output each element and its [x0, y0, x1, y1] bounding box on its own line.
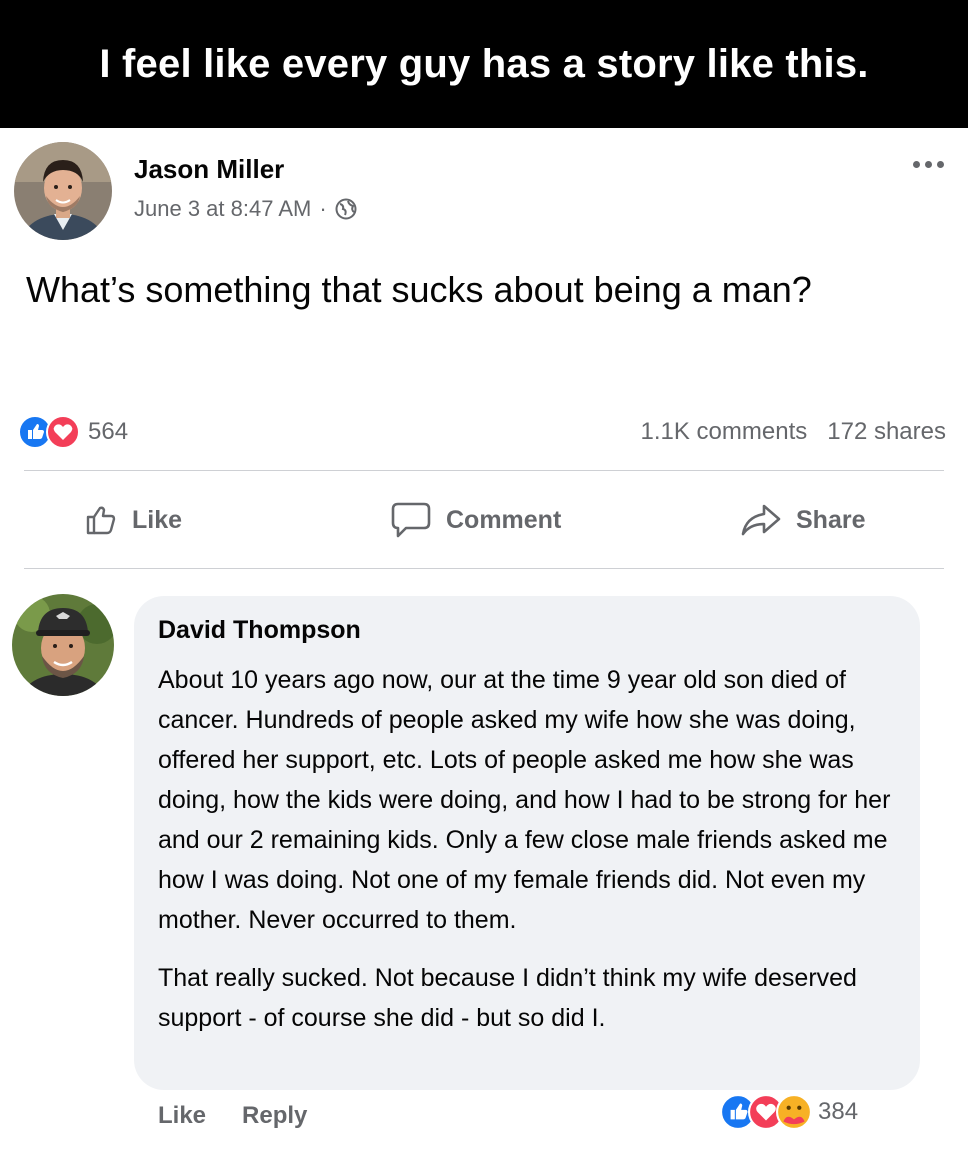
meta-separator: · — [319, 196, 327, 221]
caption-banner: I feel like every guy has a story like t… — [0, 0, 968, 128]
post-action-bar: Like Comment Share — [24, 472, 944, 568]
reaction-icons[interactable] — [18, 415, 80, 449]
post-timestamp[interactable]: June 3 at 8:47 AM — [134, 196, 311, 222]
comments-count[interactable]: 1.1K comments — [641, 418, 808, 446]
divider-top — [24, 470, 944, 471]
like-button[interactable]: Like — [84, 472, 182, 568]
commenter-name[interactable]: David Thompson — [158, 616, 361, 645]
comment-body: About 10 years ago now, our at the time … — [158, 660, 918, 1056]
comment-icon — [390, 501, 432, 539]
comment-label: Comment — [446, 505, 562, 534]
more-options-icon[interactable] — [908, 154, 948, 174]
like-label: Like — [132, 505, 183, 534]
post-stats: 1.1K comments 172 shares — [641, 418, 946, 446]
facebook-post: Jason Miller June 3 at 8:47 AM · What’s … — [0, 128, 968, 1150]
share-icon — [740, 502, 782, 538]
comment-actions: Like Reply — [158, 1102, 307, 1130]
care-reaction-icon — [776, 1094, 812, 1130]
comment-paragraph: About 10 years ago now, our at the time … — [158, 666, 891, 934]
globe-icon — [335, 198, 357, 220]
comment-reactions[interactable]: 384 — [720, 1094, 858, 1130]
share-button[interactable]: Share — [740, 472, 865, 568]
shares-count[interactable]: 172 shares — [827, 418, 946, 446]
comment-bubble: David Thompson About 10 years ago now, o… — [134, 596, 920, 1090]
share-label: Share — [796, 505, 866, 534]
caption-text: I feel like every guy has a story like t… — [99, 41, 869, 86]
comment-reply-button[interactable]: Reply — [242, 1102, 307, 1130]
post-author-name[interactable]: Jason Miller — [134, 154, 284, 185]
love-reaction-icon — [46, 415, 80, 449]
post-meta: June 3 at 8:47 AM · — [134, 196, 357, 222]
post-text: What’s something that sucks about being … — [26, 269, 812, 310]
reaction-count[interactable]: 564 — [88, 418, 128, 446]
commenter-avatar[interactable] — [12, 594, 114, 696]
comment-like-button[interactable]: Like — [158, 1102, 206, 1130]
comment-button[interactable]: Comment — [390, 472, 561, 568]
comment-reaction-count: 384 — [818, 1098, 859, 1125]
thumbs-up-icon — [84, 503, 118, 537]
divider-bottom — [24, 568, 944, 569]
comment-paragraph: That really sucked. Not because I didn’t… — [158, 964, 857, 1032]
author-avatar[interactable] — [14, 142, 112, 240]
post-reactions-row: 564 1.1K comments 172 shares — [18, 414, 946, 450]
